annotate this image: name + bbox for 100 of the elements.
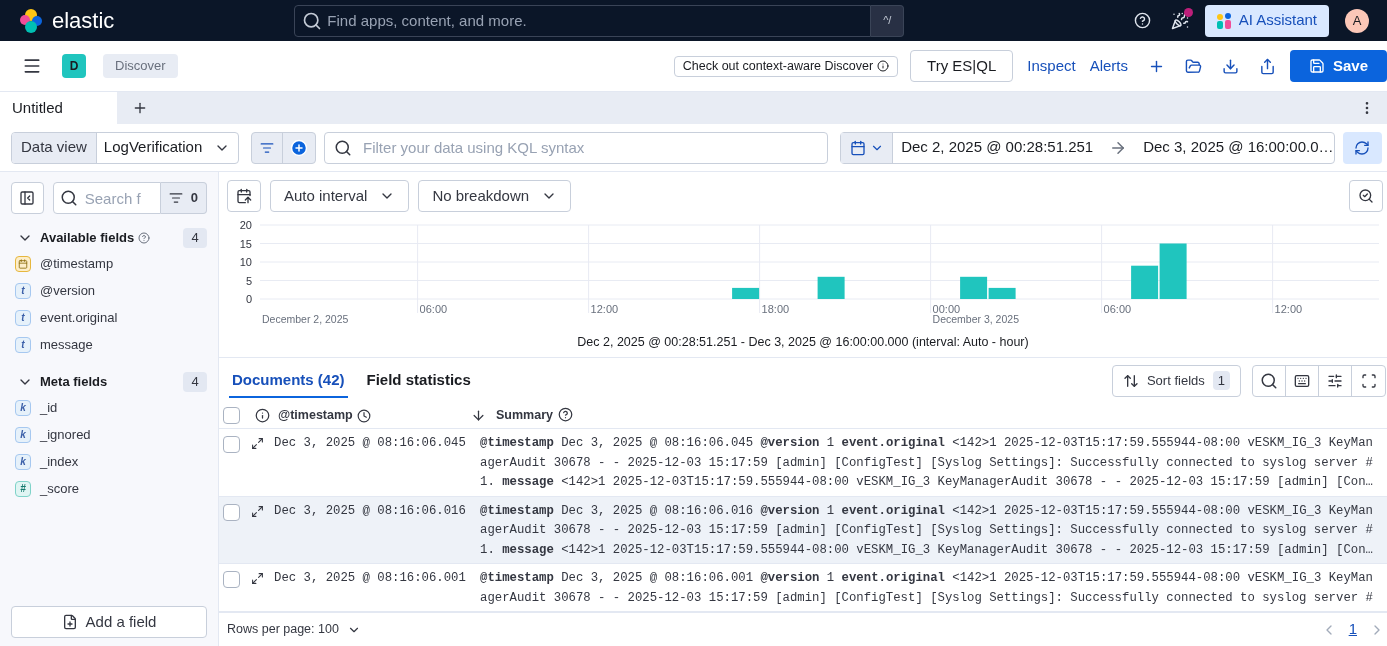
field-name: _score [40,479,80,498]
field-name: @timestamp [40,254,114,273]
field-list-item[interactable]: k _ignored [11,421,207,448]
axis-tick-label: 5 [245,274,252,287]
summary-cell-text: @timestamp Dec 3, 2025 @ 08:16:06.016 @version 1 event.original <142>1 2025-12-03T15:17:59.555944-08:00 vESKM_IG_3 KeyManagerAudit 30678 - - 2025-12-03 15:17:59 [admin] [ConfigTest] [Syslog Settings]: Successfully connected to syslog server #1. message <142>1 2025-12-03T15:17:59.555944-08:00 vESKM_IG_3 KeyManagerAudit 30678 - - 2025-12-03 15:17:59 [admin] [Con… [480,502,1374,559]
column-header[interactable]: @timestamp [278,406,353,425]
global-search-field[interactable]: Find apps, content, and more. [294,4,872,37]
save-icon [1308,58,1325,74]
new-tab-icon[interactable] [132,100,148,116]
info-icon [877,60,890,72]
refresh-button[interactable] [1342,131,1382,164]
row-checkbox[interactable] [223,503,240,521]
field-list-item[interactable]: k _index [11,448,207,475]
interval-dropdown[interactable]: Auto interval [270,180,410,212]
elastic-logo-icon[interactable] [18,7,44,34]
chart-toggle-icon [236,188,252,204]
esql-button[interactable]: Try ES|QL [910,50,1014,82]
add-field-button[interactable]: Add a field [11,606,207,638]
data-view-picker[interactable]: Data view LogVerification [11,131,239,164]
menu-icon[interactable] [22,56,42,76]
rows-per-page-dropdown[interactable]: Rows per page: 100 [227,620,361,639]
sort-descending-icon[interactable] [471,408,486,423]
axis-tick-label: 0 [245,293,252,305]
document-tab[interactable]: Untitled [0,92,117,124]
field-list-item[interactable]: k _id [11,394,207,421]
date-quick-menu-button[interactable] [841,132,894,163]
field-name: message [40,335,93,354]
context-notice-badge[interactable]: Check out context-aware Discover [673,55,899,77]
field-list-item[interactable]: t event.original [11,304,207,331]
collapse-sidebar-button[interactable] [11,182,44,214]
count-badge: 1 [1212,370,1230,391]
count-badge: 4 [183,372,207,392]
add-file-icon [61,614,78,630]
date-label: December 2, 2025 [262,313,349,325]
breakdown-dropdown[interactable]: No breakdown [418,180,572,212]
panel-collapse-icon [19,190,36,206]
ai-assistant-icon [1216,12,1231,29]
save-button[interactable]: Save [1290,50,1387,82]
field-type-badge: # [15,480,31,497]
field-type-badge: t [15,309,31,326]
toggle-chart-button[interactable] [227,180,261,212]
breadcrumb[interactable]: Discover [103,54,178,78]
query-input-field[interactable]: Filter your data using KQL syntax [324,131,829,164]
chart-options-button[interactable] [1349,180,1383,212]
timestamp-cell-text: Dec 3, 2025 @ 08:16:06.016 [274,502,467,520]
logo-text[interactable]: elastic [52,4,115,37]
date-label: December 3, 2025 [932,313,1019,325]
help-icon[interactable] [1133,12,1151,29]
field-type-badge: k [15,399,31,416]
field-list-item[interactable]: t message [11,331,207,358]
expand-row-icon[interactable] [251,437,264,450]
field-filter-button[interactable]: 0 [160,182,207,214]
field-type-badge: k [15,426,31,443]
party-popper-icon[interactable] [1170,11,1189,30]
row-checkbox[interactable] [223,436,240,453]
axis-tick-label: 15 [239,237,252,250]
download-icon[interactable] [1222,57,1239,75]
field-list-item[interactable]: t @version [11,277,207,304]
row-checkbox[interactable] [223,571,240,588]
share-icon[interactable] [1259,57,1276,75]
axis-tick-label: 12:00 [590,303,619,315]
group-title[interactable]: Meta fields [40,372,108,392]
help-icon [558,407,573,423]
axis-tick-label: 12:00 [1274,303,1303,315]
search-icon [334,138,353,157]
table-row[interactable] [219,496,1387,564]
data-view-name: LogVerification [102,137,204,158]
field-search-field[interactable]: Search f [52,182,161,214]
filter-icon [260,140,275,155]
axis-tick-label: 18:00 [761,303,790,315]
axis-tick-label: 20 [239,219,252,231]
sort-fields-button[interactable]: Sort fields 1 [1111,364,1241,397]
user-avatar[interactable]: A [1345,8,1369,33]
keyboard-icon [1294,372,1310,389]
expand-row-icon[interactable] [251,504,264,518]
field-list-item[interactable]: # _score [11,475,207,502]
page-link[interactable]: 1 [1348,618,1357,641]
start-date[interactable]: Dec 2, 2025 @ 00:28:51.251 [901,136,1094,159]
field-name: @version [40,281,96,300]
search-icon [59,189,78,207]
summary-cell-text: @timestamp Dec 3, 2025 @ 08:16:06.045 @version 1 event.original <142>1 2025-12-03T15:17:59.555944-08:00 vESKM_IG_3 KeyManagerAudit 30678 - - 2025-12-03 15:17:59 [admin] [ConfigTest] [Syslog Settings]: Successfully connected to syslog server #1. message <142>1 2025-12-03T15:17:59.555944-08:00 vESKM_IG_3 KeyManagerAudit 30678 - - 2025-12-03 15:17:59 [admin] [Con… [480,435,1374,491]
ai-assistant-button[interactable]: AI Assistant [1204,4,1329,37]
space-avatar[interactable]: D [62,54,86,78]
timestamp-cell-text: Dec 3, 2025 @ 08:16:06.045 [274,435,467,452]
field-name: _id [40,398,58,417]
header-link[interactable]: Inspect [1027,54,1076,78]
end-date[interactable]: Dec 3, 2025 @ 16:00:00.0… [1143,136,1334,159]
view-tab[interactable]: Field statistics [363,365,474,398]
view-tab[interactable]: Documents (42) [229,365,348,398]
group-title[interactable]: Available fields [40,228,135,248]
column-header[interactable]: Summary [496,406,1387,425]
expand-row-icon[interactable] [251,572,264,585]
field-type-badge: t [15,282,31,299]
field-type-badge: k [15,453,31,470]
fullscreen-icon [1360,372,1377,389]
field-list-item[interactable]: @timestamp [11,250,207,277]
select-all-checkbox[interactable] [223,407,240,424]
field-name: _ignored [40,425,91,444]
folder-icon[interactable] [1185,57,1202,75]
header-link[interactable]: Alerts [1089,54,1128,78]
